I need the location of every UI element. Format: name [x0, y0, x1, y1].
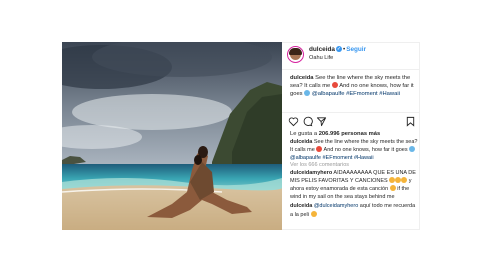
caption-author[interactable]: dulceida — [290, 75, 314, 81]
post-header: dulceida ✓ •Seguir Oahu Life — [282, 43, 420, 69]
verified-badge-icon: ✓ — [335, 46, 342, 53]
comment-hashtags[interactable]: #EFmoment #Hawaii — [323, 155, 374, 161]
comment-mention[interactable]: @dulceidamyhero — [314, 203, 358, 209]
location-link[interactable]: Oahu Life — [309, 55, 333, 61]
likes-count[interactable]: 206.996 personas más — [319, 131, 381, 137]
share-icon[interactable] — [316, 116, 327, 127]
comment-icon[interactable] — [302, 116, 313, 127]
action-bar — [288, 116, 416, 128]
comment-author[interactable]: dulceida — [290, 203, 312, 209]
comment-item: dulceida See the line where the sky meet… — [290, 139, 418, 162]
heart-icon[interactable] — [288, 116, 299, 127]
emoji-icon — [331, 82, 338, 88]
caption-mention[interactable]: @albapaulfe — [312, 91, 345, 97]
caption-divider — [282, 112, 420, 113]
likes-prefix: Le gusta a — [290, 131, 318, 137]
emoji-icon — [401, 177, 408, 184]
comments-list: dulceida See the line where the sky meet… — [290, 139, 418, 219]
post-caption: dulceida See the line where the sky meet… — [290, 74, 416, 98]
comment-item: dulceida @dulceidamyhero aquí todo me re… — [290, 203, 418, 219]
avatar-hair — [289, 48, 302, 55]
header-divider — [282, 69, 420, 70]
beach-photo — [62, 42, 282, 230]
emoji-icon — [316, 146, 323, 153]
emoji-icon — [310, 210, 317, 217]
post-photo[interactable] — [62, 42, 282, 230]
comment-author[interactable]: dulceidamyhero — [290, 170, 332, 176]
likes-line: Le gusta a 206.996 personas más — [290, 131, 380, 137]
comment-mention[interactable]: @albapaulfe — [290, 155, 321, 161]
comment-item: dulceidamyhero AIDAAAAAAAA QUE ES UNA DE… — [290, 170, 418, 202]
emoji-icon — [304, 90, 311, 96]
post-panel: dulceida ✓ •Seguir Oahu Life dulceida See … — [282, 42, 420, 230]
avatar[interactable] — [287, 46, 304, 63]
emoji-icon — [389, 185, 396, 192]
follow-button[interactable]: Seguir — [346, 46, 366, 53]
emoji-icon — [409, 146, 416, 153]
username-link[interactable]: dulceida — [309, 46, 335, 53]
username-line: dulceida ✓ •Seguir — [309, 46, 366, 53]
comment-text: And no one knows, how far it goes — [323, 147, 408, 154]
follow-separator: • — [342, 46, 346, 53]
comment-author[interactable]: dulceida — [290, 139, 312, 145]
view-more-comments[interactable]: Ver los 666 comentarios — [290, 162, 418, 169]
caption-hashtags[interactable]: #EFmoment #Hawaii — [346, 91, 400, 97]
bookmark-icon[interactable] — [405, 116, 416, 127]
